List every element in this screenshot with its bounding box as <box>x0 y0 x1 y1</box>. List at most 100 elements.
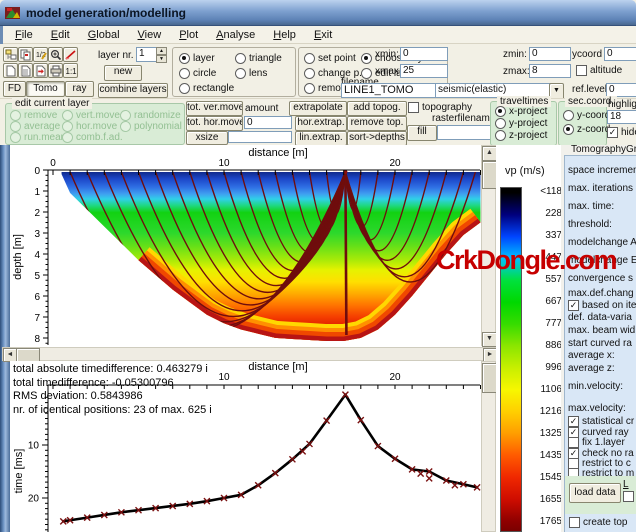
scroll-down-icon[interactable]: ▼ <box>482 332 497 347</box>
checkbox-box[interactable]: ✓ <box>568 300 579 311</box>
menu-global[interactable]: Global <box>79 28 129 42</box>
extrapolate-button[interactable]: extrapolate <box>289 101 347 116</box>
ycoord-field[interactable]: 0 <box>604 47 636 61</box>
shape-radio-rectangle[interactable]: rectangle <box>179 83 234 94</box>
edit-radio-average[interactable]: average <box>10 121 60 132</box>
radio-dot[interactable] <box>495 118 506 129</box>
hide-checkbox[interactable]: ✓ hide <box>607 127 636 138</box>
radio-dot[interactable] <box>179 68 190 79</box>
sort-depths-button[interactable]: sort->depths <box>347 131 407 146</box>
xsize-button[interactable]: xsize <box>186 131 228 145</box>
hide-checkbox-box[interactable]: ✓ <box>607 127 618 138</box>
load-data-button[interactable]: load data <box>569 483 621 503</box>
xsize-field[interactable] <box>228 131 292 143</box>
edit-radio-run-mean[interactable]: run.mean <box>10 132 66 143</box>
radio-dot[interactable] <box>495 106 506 117</box>
fill-button[interactable]: fill <box>407 125 437 141</box>
radio-dot[interactable] <box>179 83 190 94</box>
radio-dot[interactable] <box>495 130 506 141</box>
shape-radio-circle[interactable]: circle <box>179 68 216 79</box>
mode-tomo-button[interactable]: Tomo <box>26 81 65 97</box>
combine-layers-button[interactable]: combine layers <box>98 83 168 98</box>
menu-help[interactable]: Help <box>264 28 305 42</box>
edit-radio-comb-f-ad-[interactable]: comb.f.ad. <box>62 132 123 143</box>
seccoord-radio-z-coord-[interactable]: z-coord. <box>563 124 613 135</box>
zmax-field[interactable]: 8 <box>529 64 571 78</box>
load-extra-checkbox[interactable] <box>623 491 634 502</box>
page-text-button[interactable] <box>18 63 33 78</box>
new-layer-button[interactable]: new <box>104 65 142 81</box>
radio-dot[interactable] <box>62 121 73 132</box>
menu-exit[interactable]: Exit <box>305 28 341 42</box>
radio-dot[interactable] <box>235 68 246 79</box>
altitude-checkbox[interactable]: altitude <box>576 65 622 76</box>
radio-dot[interactable] <box>361 53 372 64</box>
traveltime-vscrollbar[interactable] <box>481 361 496 532</box>
menu-plot[interactable]: Plot <box>170 28 207 42</box>
zmin-field[interactable]: 0 <box>529 47 571 61</box>
layer-nr-field[interactable]: 1 <box>136 47 158 62</box>
radio-dot[interactable] <box>62 132 73 143</box>
left-scroll-strip[interactable] <box>0 145 10 532</box>
radio-dot[interactable] <box>120 110 131 121</box>
load-extra-checkbox-box[interactable] <box>623 491 634 502</box>
create-top-checkbox-box[interactable] <box>569 517 580 528</box>
radio-dot[interactable] <box>120 121 131 132</box>
topography-checkbox[interactable]: topography <box>408 102 472 113</box>
traveltimes-radio-z-project[interactable]: z-project <box>495 130 547 141</box>
shape-radio-lens[interactable]: lens <box>235 68 267 79</box>
radio-dot[interactable] <box>10 121 21 132</box>
new-page-button[interactable] <box>3 63 18 78</box>
xmax-field[interactable]: 25 <box>400 64 448 78</box>
reflevel-field[interactable]: 0 <box>606 83 636 97</box>
altitude-checkbox-box[interactable] <box>576 65 587 76</box>
filename-field[interactable]: LINE1_TOMO <box>341 83 437 98</box>
setting-statistical-cr[interactable]: ✓statistical cr <box>568 416 634 427</box>
draw-pen-button[interactable] <box>63 47 78 62</box>
mode-ray-button[interactable]: ray <box>65 81 94 97</box>
tree-view-button[interactable] <box>3 47 18 62</box>
menu-file[interactable]: File <box>6 28 42 42</box>
radio-dot[interactable] <box>10 110 21 121</box>
radio-dot[interactable] <box>563 124 574 135</box>
scroll-right-icon[interactable]: ► <box>483 348 497 362</box>
radio-dot[interactable] <box>179 53 190 64</box>
edit-radio-hor-move[interactable]: hor.move <box>62 121 117 132</box>
traveltimes-radio-y-project[interactable]: y-project <box>495 118 547 129</box>
layer-nr-spinner[interactable]: ▲▼ <box>156 47 167 61</box>
hor-extrap--button[interactable]: hor.extrap. <box>295 116 347 131</box>
add-topog--button[interactable]: add topog. <box>347 101 407 116</box>
highlight-field[interactable]: 18 <box>607 110 636 124</box>
spin-up-icon[interactable]: ▲ <box>156 47 167 55</box>
remove-top--button[interactable]: remove top. <box>347 116 407 131</box>
plot-hscrollbar[interactable]: ◄ ► <box>2 347 496 361</box>
half-scale-button[interactable]: 1/2 <box>33 47 48 62</box>
radio-dot[interactable] <box>304 53 315 64</box>
shape-radio-layer[interactable]: layer <box>179 53 215 64</box>
setting-based-on-ite[interactable]: ✓based on ite <box>568 300 636 311</box>
edit-radio-polynomial[interactable]: polynomial <box>120 121 182 132</box>
radio-dot[interactable] <box>62 110 73 121</box>
traveltimes-radio-x-project[interactable]: x-project <box>495 106 547 117</box>
menu-analyse[interactable]: Analyse <box>207 28 264 42</box>
print-button[interactable] <box>48 63 63 78</box>
edit-radio-randomize[interactable]: randomize <box>120 110 181 121</box>
topography-checkbox-box[interactable] <box>408 102 419 113</box>
scroll-thumb[interactable] <box>482 363 497 393</box>
create-top-checkbox[interactable]: create top <box>569 517 627 528</box>
radio-dot[interactable] <box>235 53 246 64</box>
seccoord-radio-y-coord-[interactable]: y-coord. <box>563 110 613 121</box>
checkbox-box[interactable]: ✓ <box>568 416 579 427</box>
setting-fix-1-layer[interactable]: fix 1.layer <box>568 437 625 448</box>
zoom-in-button[interactable] <box>48 47 63 62</box>
menu-edit[interactable]: Edit <box>42 28 79 42</box>
checkbox-box[interactable] <box>568 437 579 448</box>
tot-ver-move-button[interactable]: tot. ver.move <box>186 101 243 116</box>
amount-field[interactable]: 0 <box>244 116 292 129</box>
shape-radio-triangle[interactable]: triangle <box>235 53 282 64</box>
hscroll-thumb[interactable] <box>16 348 40 362</box>
tomogram-plot[interactable]: 01020012345678distance [m]depth [m] <box>10 145 481 346</box>
traveltime-plot[interactable]: 10201020distance [m]time [ms] total abso… <box>10 361 481 532</box>
menu-view[interactable]: View <box>129 28 171 42</box>
scroll-thumb[interactable] <box>482 161 497 189</box>
